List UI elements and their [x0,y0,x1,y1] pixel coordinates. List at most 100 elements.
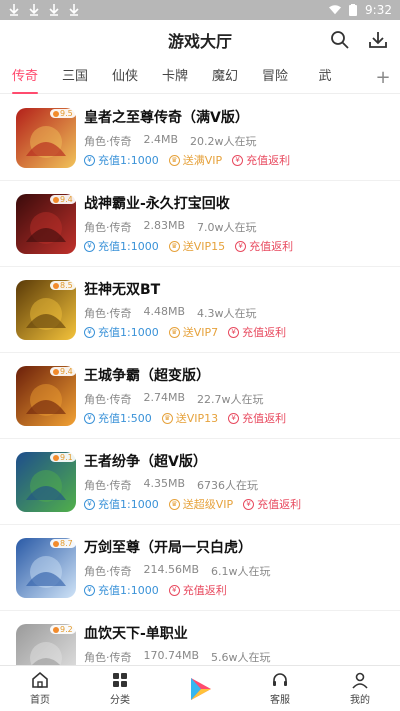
game-badges: ¥ 充值1:500 ♛ 送VIP13 ¥ 充值返利 [84,410,286,426]
rebate-badge: ¥ 充值返利 [243,496,301,512]
download-icon [8,4,20,16]
rating-badge: 9.5 [50,109,76,118]
rating-badge: 9.4 [50,195,76,204]
game-size: 170.74MB [143,649,200,662]
headset-icon [271,671,289,689]
badge-text: 充值1:1000 [98,240,159,253]
rating-value: 9.2 [60,625,73,634]
game-list-item[interactable]: 9.5 皇者之至尊传奇（满V版） 角色·传奇 2.4MB 20.2w人在玩 ¥ 充值1:10… [0,95,400,181]
rebate-badge: ¥ 充值返利 [168,582,227,598]
recharge-ratio-badge: ¥ 充值1:1000 [84,238,159,254]
game-title: 狂神无双BT [84,282,161,298]
badge-text: 充值返利 [257,498,302,511]
badge-text: 送VIP15 [182,240,226,253]
category-tabs: 传奇 三国 仙侠 卡牌 魔幻 冒险 武 + [0,60,400,94]
recharge-ratio-badge: ¥ 充值1:1000 [84,496,159,512]
star-icon [53,454,59,461]
rating-value: 9.5 [60,109,73,118]
game-title: 皇者之至尊传奇（满V版） [84,110,249,126]
tab-wu[interactable]: 武 [300,60,350,94]
coin-icon: ¥ [84,498,95,510]
rebate-badge: ¥ 充值返利 [228,410,286,426]
rating-value: 9.4 [60,195,73,204]
game-list-item[interactable]: 8.7 万剑至尊（开局一只白虎） 角色·传奇 214.56MB 6.1w人在玩 ¥ 充值1:… [0,525,400,611]
game-players: 7.0w人在玩 [197,221,257,234]
game-category: 角色·传奇 [84,221,132,234]
game-players: 4.3w人在玩 [197,307,257,320]
game-size: 214.56MB [143,563,200,576]
game-list-item[interactable]: 8.5 狂神无双BT 角色·传奇 4.48MB 4.3w人在玩 ¥ 充值1:1000 ♛ 送VI… [0,267,400,353]
game-list-item[interactable]: 9.4 战神霸业-永久打宝回收 角色·传奇 2.83MB 7.0w人在玩 ¥ 充值1:100… [0,181,400,267]
badge-text: 送超级VIP [182,498,234,511]
game-category: 角色·传奇 [84,479,132,492]
search-icon[interactable] [328,28,352,52]
crown-icon: ♛ [168,240,180,252]
recharge-ratio-badge: ¥ 充值1:1000 [84,582,159,598]
recharge-ratio-badge: ¥ 充值1:500 [84,410,152,426]
nav-home[interactable]: 首页 [0,666,80,711]
vip-gift-badge: ♛ 送满VIP [168,152,222,168]
vip-gift-badge: ♛ 送VIP15 [168,238,226,254]
badge-text: 充值1:1000 [98,498,159,511]
rating-badge: 8.5 [50,281,76,290]
game-badges: ¥ 充值1:1000 ♛ 送超级VIP ¥ 充值返利 [84,496,301,512]
rebate-badge: ¥ 充值返利 [235,238,293,254]
game-list-item[interactable]: 9.2 血饮天下-单职业 角色·传奇 170.74MB 5.6w人在玩 [0,611,400,665]
rating-badge: 9.2 [50,625,76,634]
recharge-ratio-badge: ¥ 充值1:1000 [84,324,159,340]
download-icon [68,4,80,16]
game-meta: 角色·传奇 170.74MB 5.6w人在玩 [84,649,271,665]
star-icon [53,196,59,203]
game-list-item[interactable]: 9.4 王城争霸（超变版） 角色·传奇 2.74MB 22.7w人在玩 ¥ 充值1:500 ♛… [0,353,400,439]
badge-text: 充值1:1000 [98,584,159,597]
nav-profile[interactable]: 我的 [320,666,400,711]
game-title: 王者纷争（超V版） [84,454,207,470]
tab-kapai[interactable]: 卡牌 [150,60,200,94]
nav-center[interactable] [160,666,240,711]
rebate-icon: ¥ [228,326,240,338]
game-category: 角色·传奇 [84,307,132,320]
nav-service[interactable]: 客服 [240,666,320,711]
tab-mohuan[interactable]: 魔幻 [200,60,250,94]
home-icon [31,671,49,689]
tab-maoxian[interactable]: 冒险 [250,60,300,94]
badge-text: 充值返利 [246,154,291,167]
tab-chuanqi[interactable]: 传奇 [0,60,50,94]
badge-text: 充值返利 [182,584,227,597]
game-badges: ¥ 充值1:1000 ♛ 送VIP7 ¥ 充值返利 [84,324,286,340]
star-icon [53,540,59,547]
star-icon [53,368,59,375]
game-meta: 角色·传奇 2.4MB 20.2w人在玩 [84,133,257,149]
tab-sanguo[interactable]: 三国 [50,60,100,94]
wifi-icon [329,4,342,16]
vip-gift-badge: ♛ 送超级VIP [168,496,234,512]
crown-icon: ♛ [161,412,173,424]
tab-xianxia[interactable]: 仙侠 [100,60,150,94]
game-category: 角色·传奇 [84,651,132,664]
status-bar: 9:32 [0,0,400,20]
star-icon [53,110,59,117]
rating-badge: 9.1 [50,453,76,462]
rebate-icon: ¥ [243,498,255,510]
rating-badge: 8.7 [50,539,76,548]
game-size: 2.4MB [143,133,179,146]
badge-text: 充值返利 [242,412,287,425]
game-title: 战神霸业-永久打宝回收 [84,196,230,212]
download-manager-icon[interactable] [366,28,390,52]
bottom-nav: 首页 分类 客服 我的 [0,665,400,711]
game-size: 4.48MB [143,305,186,318]
game-title: 万剑至尊（开局一只白虎） [84,540,252,556]
nav-category-label: 分类 [110,695,130,706]
badge-text: 充值1:1000 [98,154,159,167]
add-tab-icon[interactable]: + [372,66,394,88]
rebate-icon: ¥ [232,154,244,166]
crown-icon: ♛ [168,154,180,166]
battery-icon [347,4,359,16]
rebate-icon: ¥ [168,584,180,596]
badge-text: 充值返利 [249,240,294,253]
nav-category[interactable]: 分类 [80,666,160,711]
download-icon [28,4,40,16]
status-time: 9:32 [365,3,392,17]
badge-text: 送VIP7 [182,326,219,339]
game-list-item[interactable]: 9.1 王者纷争（超V版） 角色·传奇 4.35MB 6736人在玩 ¥ 充值1:1000 ♛… [0,439,400,525]
